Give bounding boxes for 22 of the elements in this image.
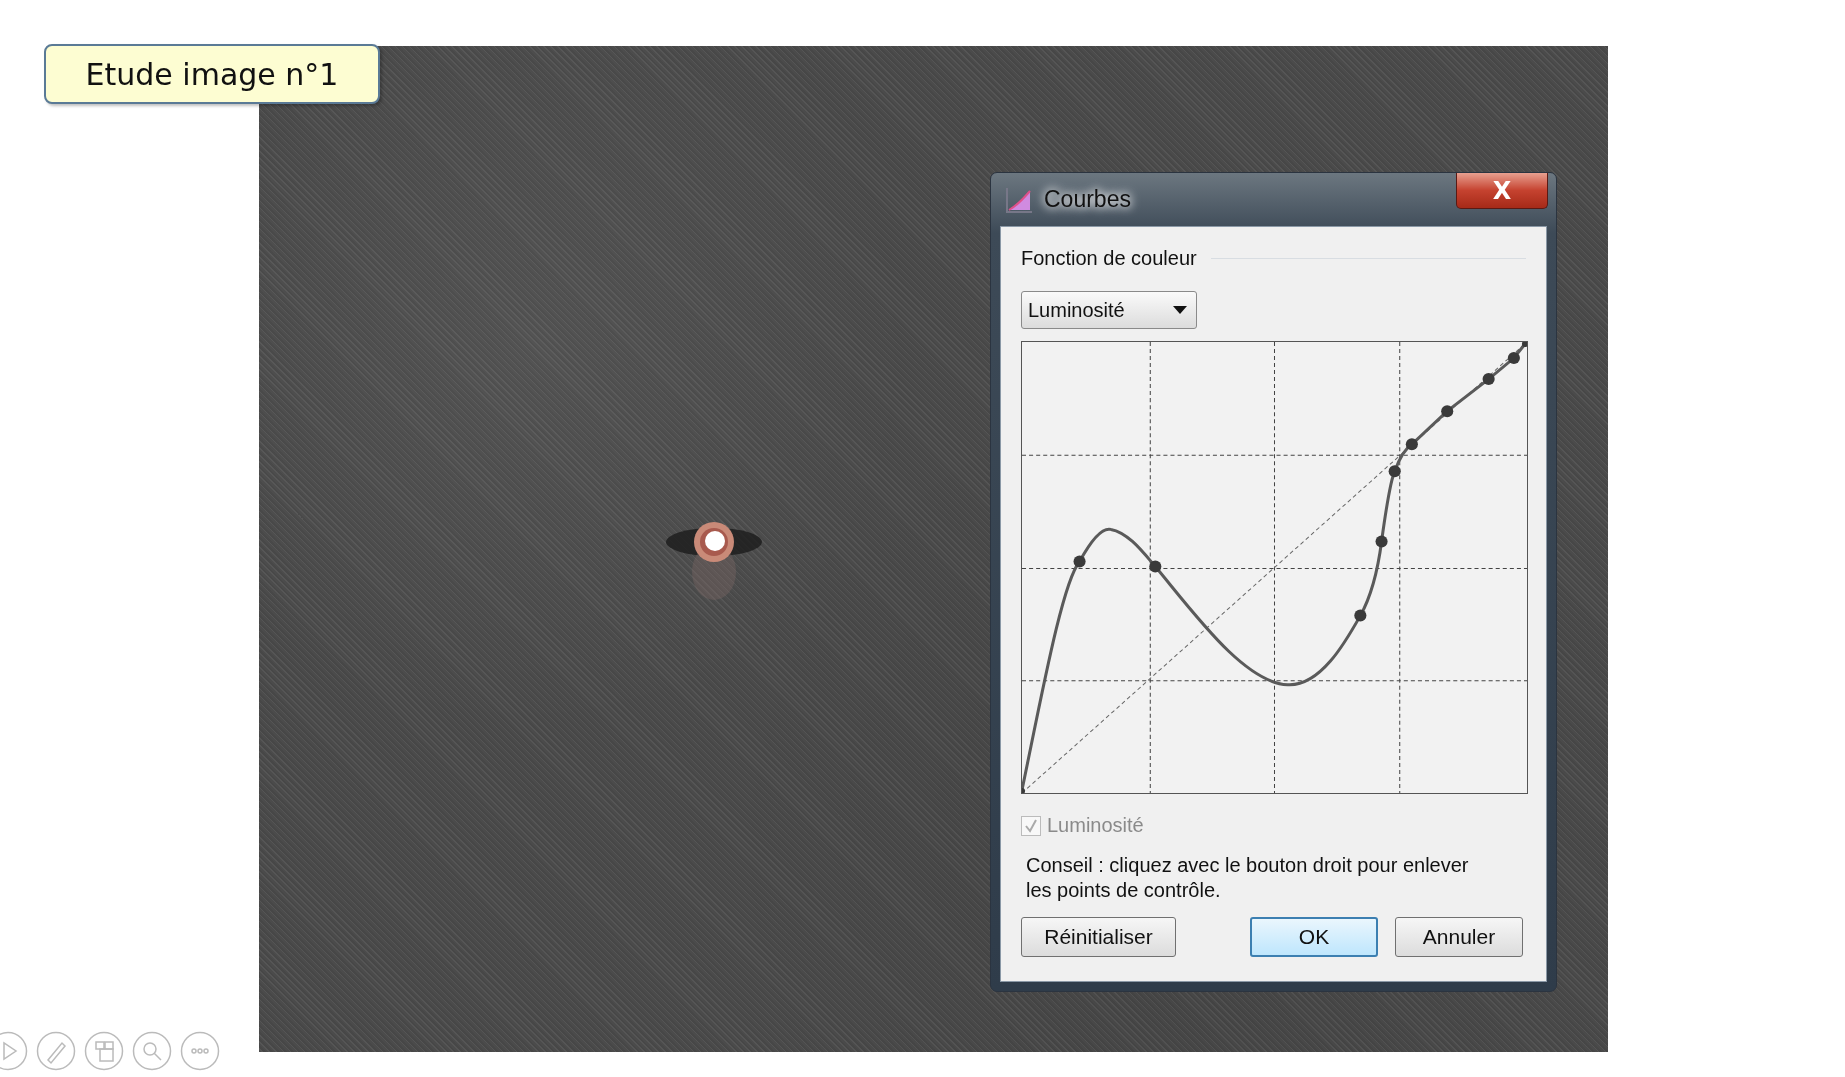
close-button[interactable]: X — [1456, 173, 1548, 209]
checkbox-label: Luminosité — [1047, 814, 1144, 837]
dropdown-arrow-icon — [1172, 305, 1188, 315]
dialog-title: Courbes — [1044, 186, 1131, 213]
control-point[interactable] — [1441, 405, 1454, 418]
channel-dropdown[interactable]: Luminosité — [1021, 291, 1197, 329]
control-point[interactable] — [1405, 438, 1418, 451]
control-point[interactable] — [1021, 788, 1026, 794]
control-point[interactable] — [1482, 373, 1495, 386]
control-point[interactable] — [1507, 352, 1520, 365]
control-point[interactable] — [1375, 535, 1388, 548]
control-point[interactable] — [1521, 341, 1528, 347]
control-point[interactable] — [1354, 609, 1367, 622]
control-point[interactable] — [1073, 555, 1086, 568]
group-label: Fonction de couleur — [1021, 246, 1197, 270]
dialog-button[interactable]: OK — [1250, 917, 1378, 957]
control-point[interactable] — [1388, 465, 1401, 478]
dialog-button[interactable]: Annuler — [1395, 917, 1523, 957]
slide-title: Etude image n°1 — [44, 44, 380, 104]
dialog-button[interactable]: Réinitialiser — [1021, 917, 1176, 957]
hint-text: Conseil : cliquez avec le bouton droit pour enlever les points de contrôle. — [1026, 853, 1470, 903]
control-point[interactable] — [1149, 560, 1162, 573]
